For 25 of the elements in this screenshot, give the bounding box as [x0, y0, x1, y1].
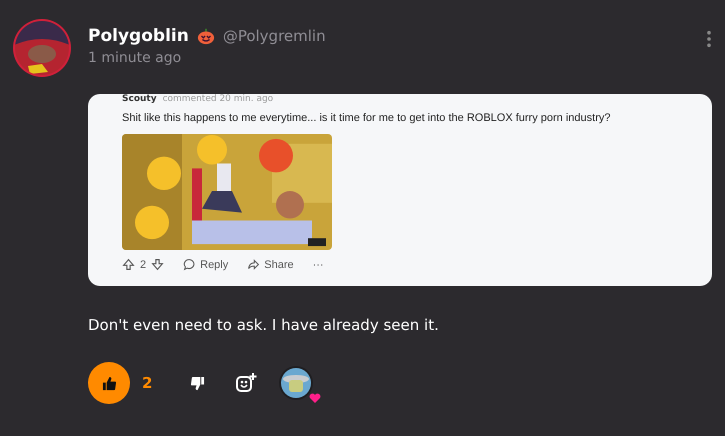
more-options-icon[interactable]: [706, 30, 712, 48]
speech-bubble-icon: [183, 258, 196, 271]
avatar[interactable]: [12, 18, 72, 78]
embed-author: Scouty: [122, 94, 157, 104]
reactor-avatar[interactable]: [281, 368, 312, 398]
share-button[interactable]: Share: [247, 258, 294, 271]
embed-meta: commented 20 min. ago: [162, 94, 274, 104]
reply-button[interactable]: Reply: [183, 258, 228, 271]
thumbs-up-icon: [102, 376, 116, 390]
vote-count: 2: [140, 258, 146, 270]
share-arrow-icon: [247, 258, 260, 271]
upvote-icon[interactable]: [122, 258, 135, 271]
more-button[interactable]: ···: [312, 258, 324, 270]
author-name[interactable]: Polygoblin: [88, 26, 189, 46]
heart-icon: [309, 393, 322, 404]
downvote-icon[interactable]: [151, 258, 164, 271]
like-count: 2: [142, 374, 152, 392]
post-time: 1 minute ago: [88, 50, 182, 66]
embed-text: Shit like this happens to me everytime... is it time for me to get into the ROBLOX furry porn industry?: [122, 112, 612, 124]
add-reaction-icon[interactable]: [235, 372, 258, 394]
like-button[interactable]: [88, 362, 130, 404]
pumpkin-icon: [196, 27, 215, 45]
author-handle[interactable]: @Polygremlin: [222, 27, 326, 45]
comment-text: Don't even need to ask. I have already seen it.: [88, 316, 440, 334]
dislike-icon[interactable]: [190, 376, 206, 390]
